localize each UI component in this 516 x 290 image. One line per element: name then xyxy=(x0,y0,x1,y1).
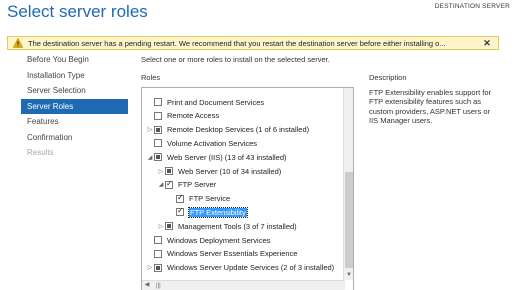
role-label[interactable]: Remote Access xyxy=(167,111,219,120)
role-row[interactable]: Windows Server Essentials Experience xyxy=(146,248,297,260)
nav-item-before-you-begin[interactable]: Before You Begin xyxy=(21,52,128,68)
role-label[interactable]: FTP Extensibility xyxy=(188,206,248,218)
description-text: FTP Extensibility enables support for FT… xyxy=(369,88,492,126)
expand-toggle-icon[interactable]: ▷ xyxy=(146,124,154,136)
description-heading: Description xyxy=(369,73,407,82)
role-row[interactable]: ◢ Web Server (IIS) (13 of 43 installed) xyxy=(146,151,287,163)
role-row[interactable]: ▷ Management Tools (3 of 7 installed) xyxy=(157,220,297,232)
roles-tree[interactable]: ▼ ◀ ||| Print and Document Services Remot… xyxy=(141,87,354,290)
instruction-text: Select one or more roles to install on t… xyxy=(141,55,330,64)
role-row[interactable]: Windows Deployment Services xyxy=(146,234,270,246)
destination-server-label: DESTINATION SERVER xyxy=(434,3,510,10)
wizard-navigation: Before You Begin Installation Type Server … xyxy=(21,52,128,161)
role-label[interactable]: Print and Document Services xyxy=(167,98,264,107)
role-row[interactable]: ▷ Remote Desktop Services (1 of 6 install… xyxy=(146,124,309,136)
scroll-down-icon[interactable]: ▼ xyxy=(344,270,353,280)
horizontal-scrollbar[interactable]: ◀ ||| xyxy=(142,280,345,290)
role-label[interactable]: FTP Service xyxy=(189,194,230,203)
warning-text: The destination server has a pending res… xyxy=(28,38,446,48)
role-checkbox[interactable] xyxy=(154,236,162,244)
role-label[interactable]: Web Server (10 of 34 installed) xyxy=(178,167,281,176)
role-checkbox[interactable] xyxy=(154,263,162,272)
scroll-left-icon[interactable]: ◀ xyxy=(142,281,152,290)
role-checkbox[interactable] xyxy=(154,98,162,106)
role-label[interactable]: Management Tools (3 of 7 installed) xyxy=(178,222,297,231)
role-label[interactable]: Web Server (IIS) (13 of 43 installed) xyxy=(167,153,287,162)
role-label[interactable]: Volume Activation Services xyxy=(167,139,257,148)
role-checkbox[interactable] xyxy=(154,249,162,258)
role-checkbox[interactable] xyxy=(165,222,173,231)
role-row[interactable]: FTP Service xyxy=(168,193,230,205)
role-label[interactable]: Windows Deployment Services xyxy=(167,236,270,245)
role-row[interactable]: Remote Access xyxy=(146,110,219,122)
role-label[interactable]: Remote Desktop Services (1 of 6 installe… xyxy=(167,125,309,134)
role-checkbox[interactable] xyxy=(165,167,173,175)
nav-item-confirmation[interactable]: Confirmation xyxy=(21,130,128,146)
role-label[interactable]: Windows Server Update Services (2 of 3 i… xyxy=(167,263,334,272)
role-label[interactable]: Windows Server Essentials Experience xyxy=(167,249,297,258)
expand-toggle-icon[interactable]: ◢ xyxy=(146,151,154,163)
role-row[interactable]: FTP Extensibility xyxy=(168,206,248,218)
role-checkbox[interactable] xyxy=(154,125,162,134)
close-warning-button[interactable]: ✕ xyxy=(480,38,494,49)
role-checkbox[interactable] xyxy=(154,139,162,148)
scroll-grip-icon[interactable]: ||| xyxy=(156,283,162,289)
nav-item-results: Results xyxy=(27,148,54,157)
role-checkbox[interactable] xyxy=(176,206,184,217)
scroll-thumb[interactable] xyxy=(345,172,353,268)
role-checkbox[interactable] xyxy=(154,111,162,120)
role-row[interactable]: ▷ Web Server (10 of 34 installed) xyxy=(157,165,282,177)
role-row[interactable]: Print and Document Services xyxy=(146,96,264,108)
nav-item-features[interactable]: Features xyxy=(21,114,128,130)
roles-heading: Roles xyxy=(141,73,161,82)
nav-item-server-roles[interactable]: Server Roles xyxy=(21,98,128,114)
role-label[interactable]: FTP Server xyxy=(178,180,216,189)
role-checkbox[interactable] xyxy=(165,179,173,189)
page-title: Select server roles xyxy=(7,2,148,21)
expand-toggle-icon[interactable]: ◢ xyxy=(157,179,165,191)
role-checkbox[interactable] xyxy=(176,193,184,203)
role-row[interactable]: ◢ FTP Server xyxy=(157,179,217,191)
role-row[interactable]: ▷ Windows Server Update Services (2 of 3 … xyxy=(146,262,334,274)
nav-item-installation-type[interactable]: Installation Type xyxy=(21,68,128,84)
nav-item-server-selection[interactable]: Server Selection xyxy=(21,83,128,99)
vertical-scrollbar[interactable]: ▼ xyxy=(343,88,353,280)
role-row[interactable]: Volume Activation Services xyxy=(146,137,257,149)
expand-toggle-icon[interactable]: ▷ xyxy=(157,165,165,177)
role-checkbox[interactable] xyxy=(154,153,162,162)
warning-icon xyxy=(13,38,23,48)
pending-restart-warning: The destination server has a pending res… xyxy=(7,36,499,50)
expand-toggle-icon[interactable]: ▷ xyxy=(146,262,154,274)
expand-toggle-icon[interactable]: ▷ xyxy=(157,220,165,232)
